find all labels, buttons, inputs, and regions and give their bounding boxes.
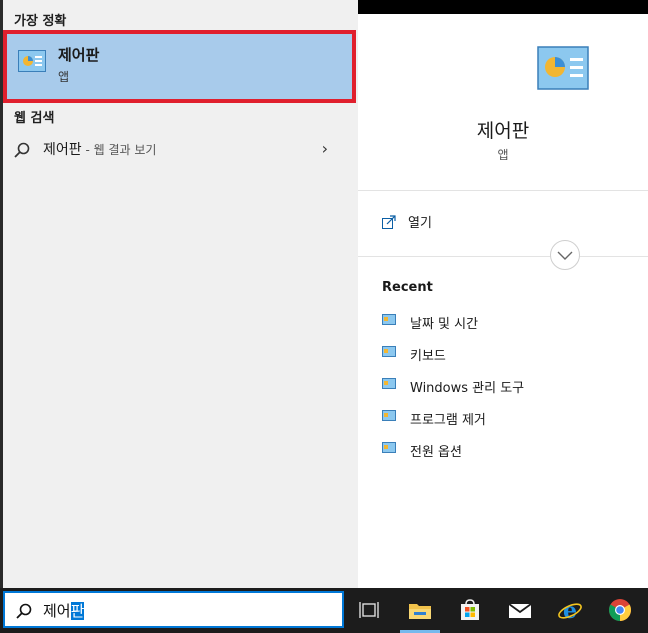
best-match-result[interactable]: 제어판 앱 — [3, 30, 356, 103]
recent-item-label: 날짜 및 시간 — [410, 317, 479, 332]
control-panel-item-icon — [382, 442, 396, 453]
details-app-subtitle: 앱 — [497, 148, 509, 162]
task-view-icon — [359, 602, 379, 618]
control-panel-item-icon — [382, 378, 396, 389]
divider — [358, 256, 648, 257]
control-panel-item-icon — [382, 346, 396, 357]
web-search-query: 제어판 - 웹 결과 보기 — [43, 139, 156, 159]
chrome-button[interactable] — [595, 588, 645, 633]
chrome-icon — [609, 599, 631, 621]
web-search-suffix: - 웹 결과 보기 — [81, 143, 157, 157]
mail-button[interactable] — [495, 588, 545, 633]
recent-item-label: 프로그램 제거 — [410, 413, 486, 428]
details-app-title: 제어판 — [476, 120, 530, 142]
mail-icon — [508, 603, 532, 618]
task-view-button[interactable] — [345, 588, 395, 633]
control-panel-large-icon — [537, 46, 589, 90]
divider — [358, 190, 648, 191]
details-pane: 제어판 앱 열기 Recent 날짜 및 시간 키보드 Windows 관리 도… — [358, 14, 648, 588]
recent-item-label: Windows 관리 도구 — [410, 381, 525, 396]
best-match-type: 앱 — [58, 70, 70, 84]
file-explorer-icon — [409, 604, 431, 619]
recent-item-label: 키보드 — [410, 349, 446, 364]
control-panel-icon — [18, 50, 46, 72]
chevron-down-icon — [557, 251, 573, 260]
recent-item-label: 전원 옵션 — [410, 445, 462, 460]
chevron-right-icon[interactable]: › — [322, 139, 328, 158]
file-explorer-button[interactable] — [395, 588, 445, 633]
search-input[interactable]: 제어판 — [43, 600, 85, 621]
internet-explorer-button[interactable]: e — [545, 588, 595, 633]
best-match-name: 제어판 — [58, 46, 100, 64]
open-action[interactable]: 열기 — [382, 212, 432, 231]
recent-heading: Recent — [382, 280, 433, 295]
control-panel-item-icon — [382, 410, 396, 421]
taskbar-search-box[interactable]: 제어판 — [3, 591, 344, 628]
microsoft-store-button[interactable] — [445, 588, 495, 633]
svg-text:e: e — [563, 598, 577, 624]
open-label: 열기 — [408, 216, 432, 231]
taskbar: 제어판 e — [0, 588, 648, 633]
search-results-pane: 가장 정확 제어판 앱 웹 검색 제어판 - 웹 결과 보기 › — [0, 0, 358, 588]
search-input-text: 제어 — [43, 602, 71, 620]
microsoft-store-icon — [461, 599, 479, 620]
web-search-heading: 웹 검색 — [14, 111, 55, 126]
control-panel-item-icon — [382, 314, 396, 325]
search-input-selection: 판 — [70, 602, 85, 620]
internet-explorer-icon: e — [558, 598, 582, 624]
search-icon — [16, 603, 32, 619]
best-match-heading: 가장 정확 — [14, 14, 67, 29]
search-icon — [14, 142, 30, 158]
open-icon — [382, 215, 396, 229]
expand-button[interactable] — [550, 240, 580, 270]
web-search-query-text: 제어판 — [43, 142, 82, 158]
web-search-result[interactable]: 제어판 - 웹 결과 보기 › — [3, 133, 356, 165]
